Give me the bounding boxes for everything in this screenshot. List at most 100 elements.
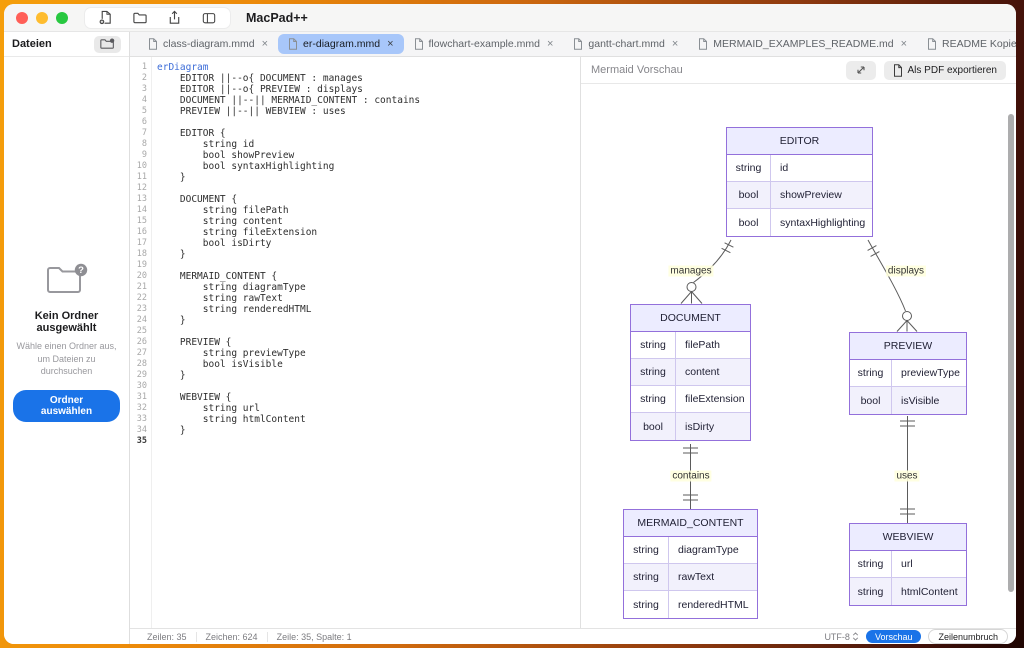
line-number: 21 xyxy=(130,282,151,293)
svg-text:?: ? xyxy=(78,265,84,276)
titlebar: MacPad++ xyxy=(4,4,1016,32)
minimize-window-button[interactable] xyxy=(36,12,48,24)
preview-toggle-button[interactable]: Vorschau xyxy=(866,630,922,643)
er-canvas: EDITORstringidboolshowPreviewboolsyntaxH… xyxy=(581,84,1016,628)
attribute-name: isDirty xyxy=(676,413,750,440)
share-icon[interactable] xyxy=(167,10,182,25)
code-line: string id xyxy=(157,139,580,150)
code-line xyxy=(157,436,580,447)
preview-title: Mermaid Vorschau xyxy=(591,64,838,76)
editor-pane: 1234567891011121314151617181920212223242… xyxy=(130,57,581,628)
code-line: string diagramType xyxy=(157,282,580,293)
code-line: string url xyxy=(157,403,580,414)
tab-close-icon[interactable]: × xyxy=(262,38,268,50)
sidebar-files-panel: Dateien ? Kein Ordner ausgewählt Wähle e… xyxy=(4,32,130,644)
entity-name: DOCUMENT xyxy=(631,305,750,332)
preview-header: Mermaid Vorschau Als PDF exportieren xyxy=(581,57,1016,84)
code-line: bool syntaxHighlighting xyxy=(157,161,580,172)
code-line: EDITOR ||--o{ DOCUMENT : manages xyxy=(157,73,580,84)
line-number: 27 xyxy=(130,348,151,359)
status-item: Zeile: 35, Spalte: 1 xyxy=(268,632,361,642)
attribute-type: bool xyxy=(850,387,892,414)
code-line: string content xyxy=(157,216,580,227)
document-icon xyxy=(893,64,903,77)
entity-preview: PREVIEWstringpreviewTypeboolisVisible xyxy=(849,332,967,415)
entity-attribute-row: stringfileExtension xyxy=(631,386,750,413)
attribute-type: string xyxy=(850,578,892,605)
tab-close-icon[interactable]: × xyxy=(672,38,678,50)
tab-gantt-chart-mmd[interactable]: gantt-chart.mmd × xyxy=(563,32,688,56)
code-line xyxy=(157,326,580,337)
code-line: bool isVisible xyxy=(157,359,580,370)
tab-label: class-diagram.mmd xyxy=(163,38,255,50)
line-number: 13 xyxy=(130,194,151,205)
preview-scrollbar[interactable] xyxy=(1008,114,1014,592)
entity-attribute-row: stringrawText xyxy=(624,564,757,591)
zoom-window-button[interactable] xyxy=(56,12,68,24)
tab-close-icon[interactable]: × xyxy=(387,38,393,50)
line-number: 8 xyxy=(130,139,151,150)
attribute-type: string xyxy=(850,551,892,577)
line-number: 25 xyxy=(130,326,151,337)
file-icon xyxy=(927,38,937,50)
code-line: MERMAID_CONTENT { xyxy=(157,271,580,282)
entity-attribute-row: stringhtmlContent xyxy=(850,578,966,605)
code-line: bool showPreview xyxy=(157,150,580,161)
line-number: 9 xyxy=(130,150,151,161)
word-wrap-button[interactable]: Zeilenumbruch xyxy=(928,629,1008,644)
tab-readme-kopie-md[interactable]: README Kopie.md× xyxy=(917,32,1016,56)
open-folder-icon[interactable] xyxy=(132,10,148,25)
choose-folder-button[interactable]: Ordner auswählen xyxy=(13,390,120,422)
app-window: MacPad++ Dateien ? Kein Ordner ausgewähl… xyxy=(4,4,1016,644)
expand-preview-button[interactable] xyxy=(846,61,876,80)
code-editor[interactable]: erDiagram EDITOR ||--o{ DOCUMENT : manag… xyxy=(152,57,580,628)
tab-label: README Kopie.md xyxy=(942,38,1016,50)
entity-attribute-row: boolshowPreview xyxy=(727,182,872,209)
tab-flowchart-example-mmd[interactable]: flowchart-example.mmd × xyxy=(404,32,564,56)
tab-class-diagram-mmd[interactable]: class-diagram.mmd × xyxy=(138,32,278,56)
entity-attribute-row: stringrenderedHTML xyxy=(624,591,757,618)
line-number: 26 xyxy=(130,337,151,348)
code-line: string renderedHTML xyxy=(157,304,580,315)
close-window-button[interactable] xyxy=(16,12,28,24)
encoding-select[interactable]: UTF-8 xyxy=(824,632,859,642)
line-number: 10 xyxy=(130,161,151,172)
status-bar: Zeilen: 35Zeichen: 624Zeile: 35, Spalte:… xyxy=(130,628,1016,644)
entity-attribute-row: stringfilePath xyxy=(631,332,750,359)
attribute-name: fileExtension xyxy=(676,386,750,412)
preview-pane: Mermaid Vorschau Als PDF exportieren xyxy=(581,57,1016,628)
tab-label: flowchart-example.mmd xyxy=(429,38,540,50)
attribute-type: string xyxy=(624,537,669,563)
attribute-name: previewType xyxy=(892,360,966,386)
tab-close-icon[interactable]: × xyxy=(901,38,907,50)
export-pdf-label: Als PDF exportieren xyxy=(908,65,997,76)
line-number: 3 xyxy=(130,84,151,95)
toggle-sidebar-icon[interactable] xyxy=(201,11,217,25)
folder-question-icon: ? xyxy=(45,263,89,300)
line-number: 11 xyxy=(130,172,151,183)
relation-label-contains: contains xyxy=(670,471,711,482)
code-line: EDITOR ||--o{ PREVIEW : displays xyxy=(157,84,580,95)
tab-er-diagram-mmd[interactable]: er-diagram.mmd× xyxy=(278,34,403,54)
tab-close-icon[interactable]: × xyxy=(547,38,553,50)
line-number: 7 xyxy=(130,128,151,139)
new-file-icon[interactable] xyxy=(98,10,113,25)
line-number: 32 xyxy=(130,403,151,414)
entity-document: DOCUMENTstringfilePathstringcontentstrin… xyxy=(630,304,751,441)
line-number: 14 xyxy=(130,205,151,216)
attribute-name: content xyxy=(676,359,750,385)
line-number: 35 xyxy=(130,436,151,447)
attribute-type: string xyxy=(624,591,669,618)
entity-attribute-row: stringcontent xyxy=(631,359,750,386)
entity-attribute-row: stringdiagramType xyxy=(624,537,757,564)
relation-label-uses: uses xyxy=(894,471,919,482)
entity-mermaid_content: MERMAID_CONTENTstringdiagramTypestringra… xyxy=(623,509,758,619)
tab-label: gantt-chart.mmd xyxy=(588,38,664,50)
export-pdf-button[interactable]: Als PDF exportieren xyxy=(884,61,1006,80)
line-number: 29 xyxy=(130,370,151,381)
entity-editor: EDITORstringidboolshowPreviewboolsyntaxH… xyxy=(726,127,873,237)
line-number: 24 xyxy=(130,315,151,326)
code-line: bool isDirty xyxy=(157,238,580,249)
attribute-name: showPreview xyxy=(771,182,872,208)
tab-mermaid-examples-readme-md[interactable]: MERMAID_EXAMPLES_README.md× xyxy=(688,32,917,56)
